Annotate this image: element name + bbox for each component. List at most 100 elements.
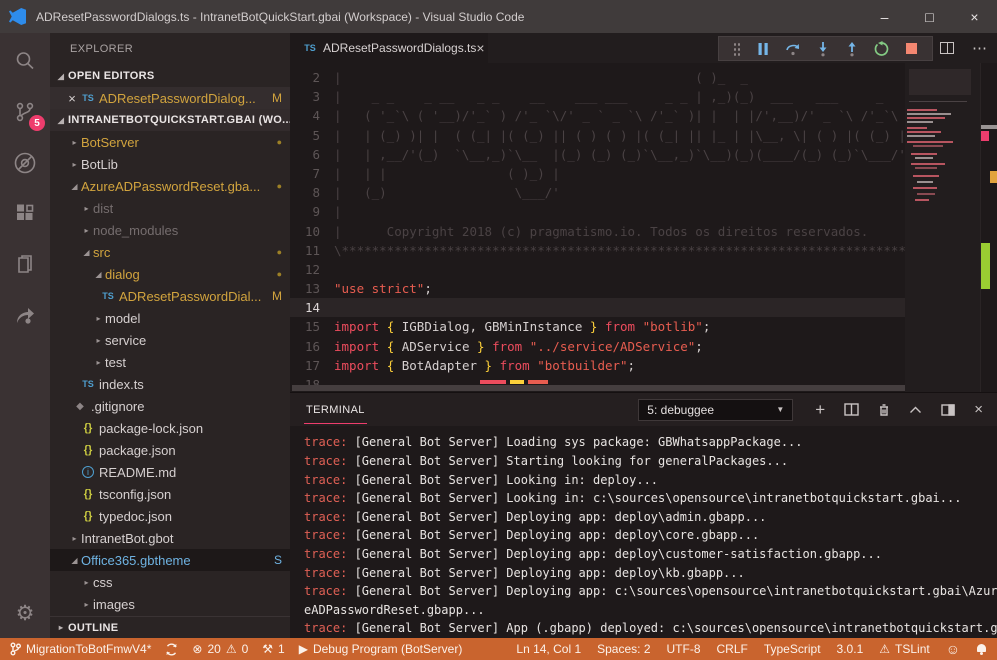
version-item[interactable]: 3.0.1 [837, 642, 864, 656]
open-editors-header[interactable]: ◢ OPEN EDITORS [50, 65, 290, 87]
close-window-button[interactable]: × [952, 0, 997, 33]
terminal-output[interactable]: trace: [General Bot Server] Loading sys … [290, 426, 997, 638]
tree-item-label: index.ts [99, 377, 144, 392]
modified-dot-badge: ● [277, 247, 282, 257]
tree-item-azureadpasswordreset[interactable]: ◢ AzureADPasswordReset.gba... ● [50, 175, 290, 197]
tree-item-adresetpassworddialogs[interactable]: TS ADResetPasswordDial... M [50, 285, 290, 307]
workspace-label: INTRANETBOTQUICKSTART.GBAI (WO... [68, 114, 290, 126]
terminal-select[interactable]: 5: debuggee ▼ [638, 399, 793, 421]
close-editor-icon[interactable]: × [64, 91, 80, 106]
drag-handle-icon[interactable] [733, 42, 741, 56]
maximize-button[interactable]: □ [907, 0, 952, 33]
code-token: ; [703, 319, 711, 334]
minimap[interactable] [905, 63, 980, 392]
tree-item-dialog[interactable]: ◢ dialog ● [50, 263, 290, 285]
modified-dot-badge: ● [277, 137, 282, 147]
restart-button[interactable] [874, 41, 890, 57]
language-mode-item[interactable]: TypeScript [764, 642, 821, 656]
code-editor[interactable]: 2 | ( )_ _ 3 | _ _ _ __ _ _ __ ___ ___ _… [290, 63, 997, 392]
step-over-button[interactable] [785, 41, 801, 57]
open-editors-label: OPEN EDITORS [68, 70, 155, 82]
line-number: 10 [290, 222, 334, 241]
new-terminal-icon[interactable]: + [815, 401, 825, 418]
code-token [597, 319, 605, 334]
modified-dot-badge: ● [277, 181, 282, 191]
tree-item-office365-gbtheme[interactable]: ◢ Office365.gbtheme S [50, 549, 290, 571]
minimize-button[interactable]: – [862, 0, 907, 33]
pause-button[interactable] [756, 42, 770, 56]
tree-item-index-ts[interactable]: TS index.ts [50, 373, 290, 395]
stop-button[interactable] [905, 42, 918, 55]
problems-item[interactable]: ⊗ 20 ⚠ 0 [192, 642, 248, 656]
tree-item-readme-md[interactable]: i README.md [50, 461, 290, 483]
tools-item[interactable]: ⚒ 1 [262, 642, 284, 656]
tree-item-test[interactable]: ▸ test [50, 351, 290, 373]
tree-item-dist[interactable]: ▸ dist [50, 197, 290, 219]
cursor-position-item[interactable]: Ln 14, Col 1 [516, 642, 581, 656]
settings-gear-icon[interactable]: ⚙ [0, 601, 50, 626]
log-level: trace: [304, 547, 347, 561]
search-icon[interactable] [11, 47, 39, 75]
scm-changes-badge: 5 [29, 115, 45, 131]
tab-adresetpassworddialogs[interactable]: TS ADResetPasswordDialogs.ts × [290, 33, 488, 63]
terminal-line: trace: [General Bot Server] Deploying ap… [304, 526, 997, 545]
tree-item-node-modules[interactable]: ▸ node_modules [50, 219, 290, 241]
step-out-button[interactable] [845, 41, 859, 57]
share-icon[interactable] [11, 302, 39, 330]
split-editor-icon[interactable] [940, 42, 954, 54]
vscode-logo-icon [9, 8, 26, 25]
overview-ruler[interactable] [980, 63, 997, 392]
debug-icon[interactable] [11, 149, 39, 177]
tree-item-package-json[interactable]: {} package.json [50, 439, 290, 461]
toggle-panel-icon[interactable] [941, 404, 955, 416]
horizontal-scrollbar[interactable] [292, 385, 905, 391]
tree-item-botlib[interactable]: ▸ BotLib [50, 153, 290, 175]
window-controls: – □ × [862, 0, 997, 33]
sync-item[interactable] [165, 643, 178, 656]
tree-item-typedoc-json[interactable]: {} typedoc.json [50, 505, 290, 527]
tree-item-css[interactable]: ▸ css [50, 571, 290, 593]
extensions-icon[interactable] [11, 200, 39, 228]
chevron-right-icon: ▸ [80, 578, 93, 587]
feedback-smiley-icon[interactable]: ☺ [946, 641, 960, 657]
code-pane: 2 | ( )_ _ 3 | _ _ _ __ _ _ __ ___ ___ _… [290, 63, 997, 392]
chevron-expanded-icon: ◢ [80, 248, 93, 257]
notifications-bell-icon[interactable] [976, 644, 987, 655]
tab-bar-actions: ⋯ [940, 33, 987, 63]
line-number: 11 [290, 241, 334, 260]
line-number: 5 [290, 126, 334, 145]
source-control-icon[interactable]: 5 [11, 98, 39, 126]
terminal-line: trace: [General Bot Server] Deploying ap… [304, 564, 997, 583]
close-panel-icon[interactable]: × [974, 401, 983, 418]
error-icon: ⊗ [192, 642, 202, 656]
tslint-item[interactable]: ⚠ TSLint [879, 642, 929, 656]
git-branch-item[interactable]: MigrationToBotFmwV4* [10, 642, 151, 656]
workspace-section-header[interactable]: ◢ INTRANETBOTQUICKSTART.GBAI (WO... [50, 109, 290, 131]
maximize-panel-icon[interactable] [909, 406, 922, 414]
tree-item-src[interactable]: ◢ src ● [50, 241, 290, 263]
code-token: IGBDialog, GBMinInstance [394, 319, 590, 334]
tree-item-images[interactable]: ▸ images [50, 593, 290, 615]
open-editor-item[interactable]: × TS ADResetPasswordDialog... M [50, 87, 290, 109]
modified-badge: M [272, 289, 282, 303]
kill-terminal-icon[interactable] [878, 403, 890, 417]
indentation-item[interactable]: Spaces: 2 [597, 642, 650, 656]
tree-item-gitignore[interactable]: ◆ .gitignore [50, 395, 290, 417]
outline-section-header[interactable]: ▸ OUTLINE [50, 616, 290, 638]
split-terminal-icon[interactable] [844, 403, 859, 416]
encoding-item[interactable]: UTF-8 [667, 642, 701, 656]
chevron-right-icon: ▸ [92, 336, 105, 345]
tree-item-botserver[interactable]: ▸ BotServer ● [50, 131, 290, 153]
tree-item-tsconfig-json[interactable]: {} tsconfig.json [50, 483, 290, 505]
docs-icon[interactable] [11, 251, 39, 279]
close-tab-icon[interactable]: × [476, 40, 484, 56]
step-into-button[interactable] [816, 41, 830, 57]
tree-item-package-lock-json[interactable]: {} package-lock.json [50, 417, 290, 439]
tab-terminal[interactable]: TERMINAL [304, 396, 367, 424]
tree-item-service[interactable]: ▸ service [50, 329, 290, 351]
debug-launch-item[interactable]: ▶ Debug Program (BotServer) [299, 642, 463, 656]
tree-item-model[interactable]: ▸ model [50, 307, 290, 329]
more-actions-icon[interactable]: ⋯ [972, 39, 987, 57]
tree-item-intranetbot-gbot[interactable]: ▸ IntranetBot.gbot [50, 527, 290, 549]
eol-item[interactable]: CRLF [717, 642, 748, 656]
